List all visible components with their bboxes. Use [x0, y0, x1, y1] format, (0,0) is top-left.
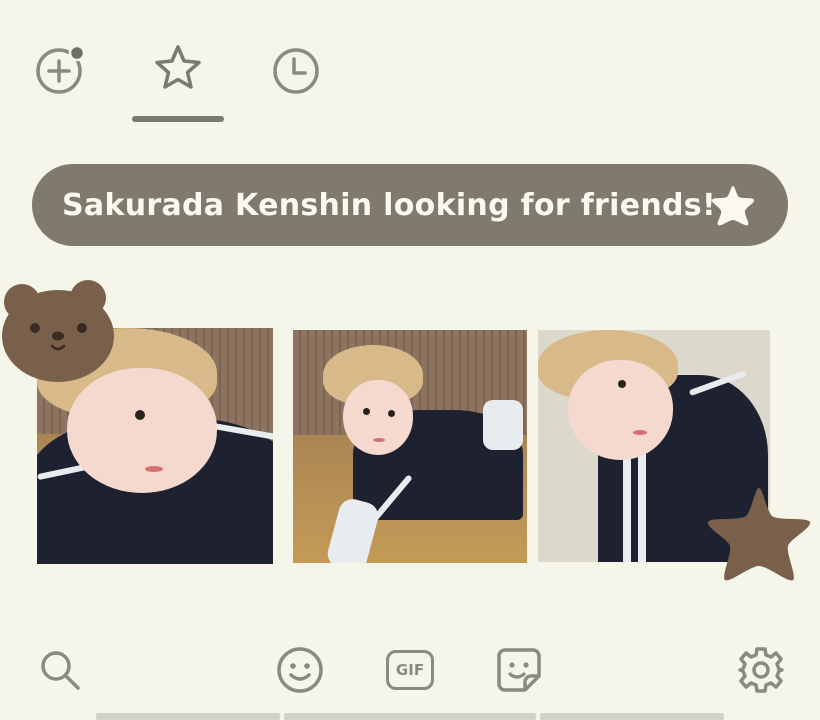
gear-icon	[738, 647, 784, 693]
sticker-button[interactable]	[491, 642, 547, 698]
tab-recent[interactable]	[268, 41, 324, 97]
search-button[interactable]	[32, 642, 88, 698]
gif-icon: GIF	[386, 650, 434, 690]
photo-eye	[363, 408, 370, 415]
brown-star-icon	[707, 488, 811, 581]
clock-icon	[273, 48, 319, 94]
scroll-indicator	[540, 713, 724, 720]
add-circle-icon	[36, 44, 85, 94]
photo-arm	[324, 496, 382, 563]
sticker-pack-banner: Sakurada Kenshin looking for friends!	[32, 164, 788, 246]
photo-stripe	[483, 400, 523, 450]
photo-face	[568, 360, 673, 460]
scroll-indicator	[284, 713, 536, 720]
photo-stripe	[623, 450, 631, 562]
smiley-icon	[277, 647, 323, 693]
selected-tab-indicator	[132, 116, 224, 122]
gif-label: GIF	[395, 661, 425, 679]
photo-lips	[633, 430, 647, 435]
photo-face	[67, 368, 217, 493]
emoji-button[interactable]	[272, 642, 328, 698]
star-icon	[711, 186, 755, 226]
photo-eye	[388, 410, 395, 417]
bear-face-icon	[2, 280, 114, 382]
photo-lips	[145, 466, 163, 472]
gif-button[interactable]: GIF	[382, 642, 438, 698]
scroll-indicator	[96, 713, 280, 720]
sticker-icon	[497, 648, 541, 692]
photo-eye	[135, 410, 145, 420]
star-outline-icon	[155, 45, 201, 89]
photo-face	[343, 380, 413, 455]
photo-eye	[618, 380, 626, 388]
banner-title: Sakurada Kenshin looking for friends!	[62, 187, 716, 223]
photo-stripe	[638, 450, 646, 562]
photo-lips	[373, 438, 385, 442]
tab-add-emoji[interactable]	[31, 41, 87, 97]
tab-favorites[interactable]	[150, 40, 206, 96]
sticker-photo-2[interactable]	[293, 330, 527, 563]
settings-button[interactable]	[733, 642, 789, 698]
search-icon	[41, 651, 80, 690]
